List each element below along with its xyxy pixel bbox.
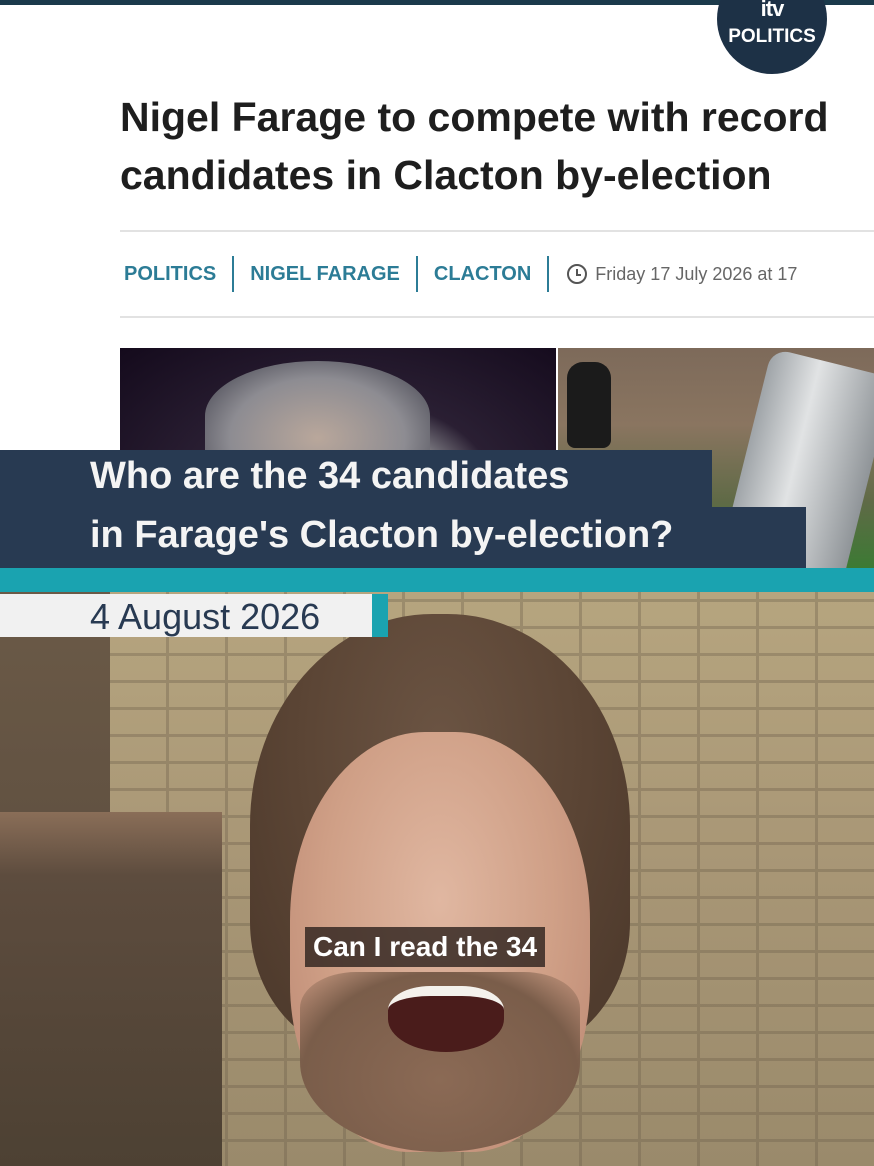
headline-line-1: Nigel Farage to compete with record bbox=[120, 94, 829, 140]
tag-row: POLITICS NIGEL FARAGE CLACTON Friday 17 … bbox=[120, 255, 874, 293]
video-title-banner: Who are the 34 candidates in Farage's Cl… bbox=[0, 450, 874, 570]
clock-icon bbox=[567, 264, 588, 284]
tag-politics[interactable]: POLITICS bbox=[120, 263, 220, 286]
divider-bottom bbox=[120, 316, 874, 318]
published-date: Friday 17 July 2026 at 17 bbox=[595, 263, 798, 284]
headline-line-2: candidates in Clacton by-election bbox=[120, 152, 772, 198]
presenter-mouth bbox=[388, 986, 504, 1052]
video-frame[interactable] bbox=[0, 592, 874, 1166]
video-title-line-1: Who are the 34 candidates bbox=[90, 455, 570, 497]
date-accent bbox=[372, 594, 388, 637]
article-headline: Nigel Farage to compete with record cand… bbox=[120, 88, 874, 204]
tag-nigel-farage[interactable]: NIGEL FARAGE bbox=[246, 263, 404, 286]
black-glove-image bbox=[567, 362, 611, 448]
tag-separator bbox=[415, 256, 418, 292]
divider-top bbox=[120, 230, 874, 232]
itv-politics-logo[interactable]: itv POLITICS bbox=[717, 0, 827, 74]
itv-logo-mark: itv bbox=[760, 0, 785, 21]
tag-separator bbox=[547, 256, 550, 292]
tag-separator bbox=[232, 256, 235, 292]
video-date: 4 August 2026 bbox=[90, 596, 321, 637]
video-title-line-2: in Farage's Clacton by-election? bbox=[90, 514, 674, 556]
teal-accent-bar bbox=[0, 568, 874, 592]
subtitle-caption: Can I read the 34 bbox=[305, 927, 546, 967]
tag-clacton[interactable]: CLACTON bbox=[430, 263, 535, 286]
politics-logo-label: POLITICS bbox=[728, 26, 816, 47]
roof-structure bbox=[0, 812, 222, 1166]
